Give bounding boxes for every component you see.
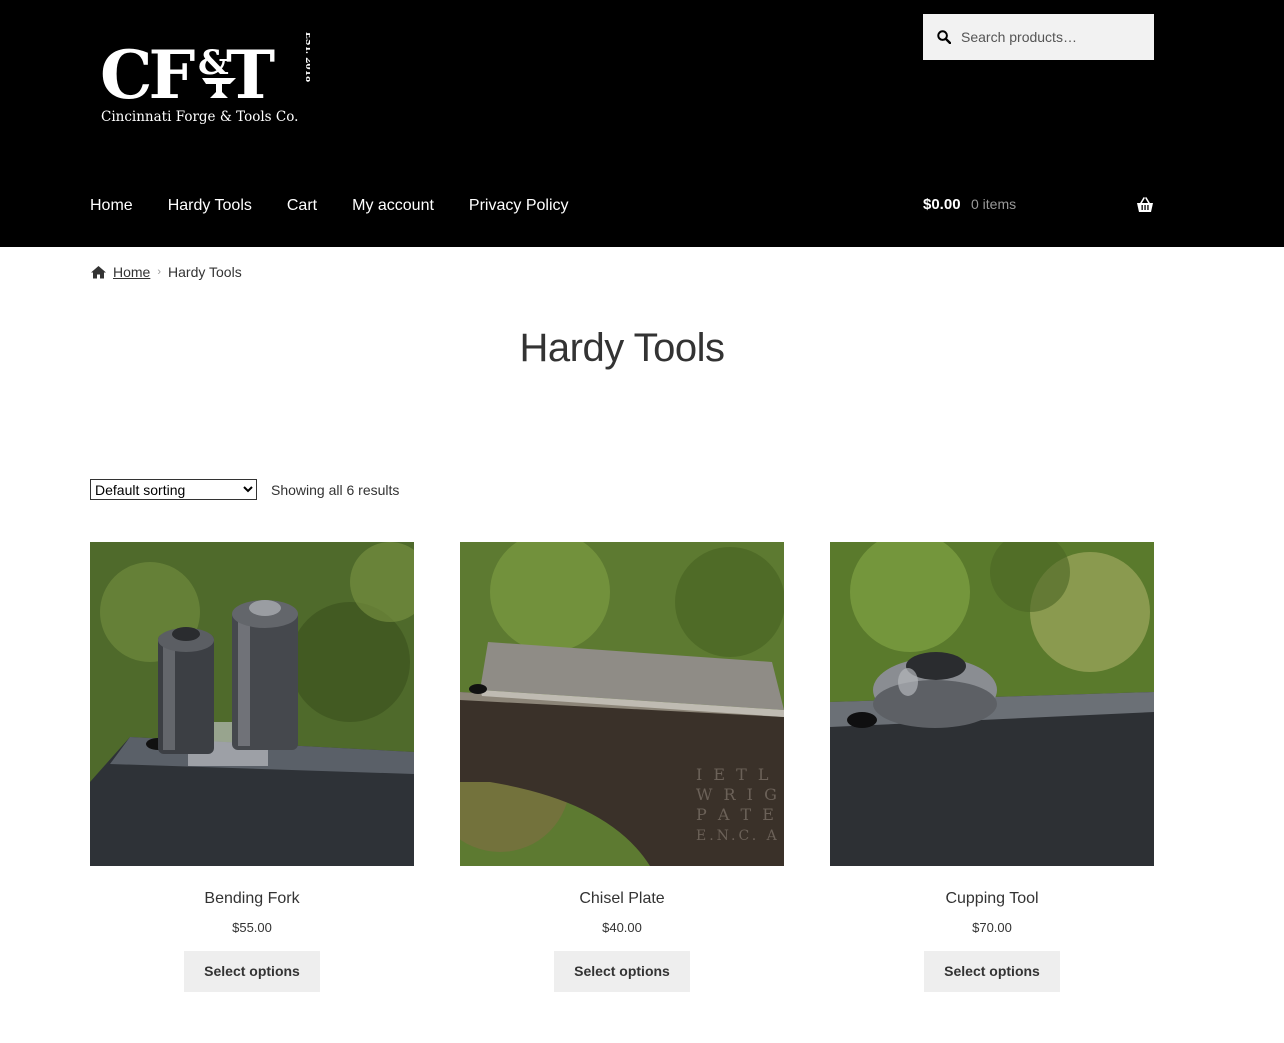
result-count: Showing all 6 results xyxy=(271,481,400,498)
product-price: $40.00 xyxy=(602,920,642,935)
svg-text:T: T xyxy=(226,36,275,114)
select-options-button[interactable]: Select options xyxy=(924,951,1060,992)
svg-text:W R I G: W R I G xyxy=(696,785,780,804)
breadcrumb-home[interactable]: Home xyxy=(113,264,150,280)
nav-hardy-tools[interactable]: Hardy Tools xyxy=(168,195,252,217)
svg-text:EST. 2018: EST. 2018 xyxy=(303,32,310,82)
header-cart[interactable]: $0.00 0 items xyxy=(923,196,1154,218)
product-search[interactable] xyxy=(923,14,1154,60)
product-name[interactable]: Cupping Tool xyxy=(830,889,1154,909)
svg-text:E.N.C. A: E.N.C. A xyxy=(696,828,780,844)
svg-text:CF: CF xyxy=(100,36,195,114)
product-card: Bending Fork $55.00 Select options xyxy=(90,542,414,992)
site-header: CF & T EST. 2018 Cincinnati Forge & Tool… xyxy=(0,0,1284,247)
product-image-bending-fork[interactable] xyxy=(90,542,414,866)
product-price: $55.00 xyxy=(232,920,272,935)
site-logo[interactable]: CF & T EST. 2018 Cincinnati Forge & Tool… xyxy=(98,28,310,128)
search-icon xyxy=(937,30,951,44)
nav-privacy-policy[interactable]: Privacy Policy xyxy=(469,195,569,217)
svg-text:Cincinnati Forge & Tools Co.: Cincinnati Forge & Tools Co. xyxy=(101,109,298,125)
basket-icon xyxy=(1137,197,1153,212)
breadcrumb: Home › Hardy Tools xyxy=(90,264,242,280)
nav-cart[interactable]: Cart xyxy=(287,195,317,217)
search-input[interactable] xyxy=(959,28,1143,46)
product-grid: Bending Fork $55.00 Select options I E T… xyxy=(90,542,1154,992)
svg-text:&: & xyxy=(198,43,229,83)
product-card: I E T L W R I G P A T E E.N.C. A Chisel … xyxy=(460,542,784,992)
product-image-cupping-tool[interactable] xyxy=(830,542,1154,866)
product-image-chisel-plate[interactable]: I E T L W R I G P A T E E.N.C. A xyxy=(460,542,784,866)
primary-nav: Home Hardy Tools Cart My account Privacy… xyxy=(90,195,604,217)
chevron-right-icon: › xyxy=(157,266,162,278)
shop-toolbar: Default sorting Showing all 6 results xyxy=(90,479,399,500)
product-name[interactable]: Chisel Plate xyxy=(460,889,784,909)
home-icon xyxy=(91,266,106,279)
cart-item-count: 0 items xyxy=(971,196,1017,212)
product-card: Cupping Tool $70.00 Select options xyxy=(830,542,1154,992)
product-price: $70.00 xyxy=(972,920,1012,935)
page-title: Hardy Tools xyxy=(519,326,725,370)
sort-select[interactable]: Default sorting xyxy=(90,479,257,500)
nav-home[interactable]: Home xyxy=(90,195,133,217)
svg-text:I E T L: I E T L xyxy=(696,765,772,784)
select-options-button[interactable]: Select options xyxy=(184,951,320,992)
product-name[interactable]: Bending Fork xyxy=(90,889,414,909)
nav-my-account[interactable]: My account xyxy=(352,195,434,217)
cart-amount: $0.00 xyxy=(923,196,961,213)
svg-text:P A T E: P A T E xyxy=(696,805,777,824)
select-options-button[interactable]: Select options xyxy=(554,951,690,992)
breadcrumb-current: Hardy Tools xyxy=(168,264,242,280)
